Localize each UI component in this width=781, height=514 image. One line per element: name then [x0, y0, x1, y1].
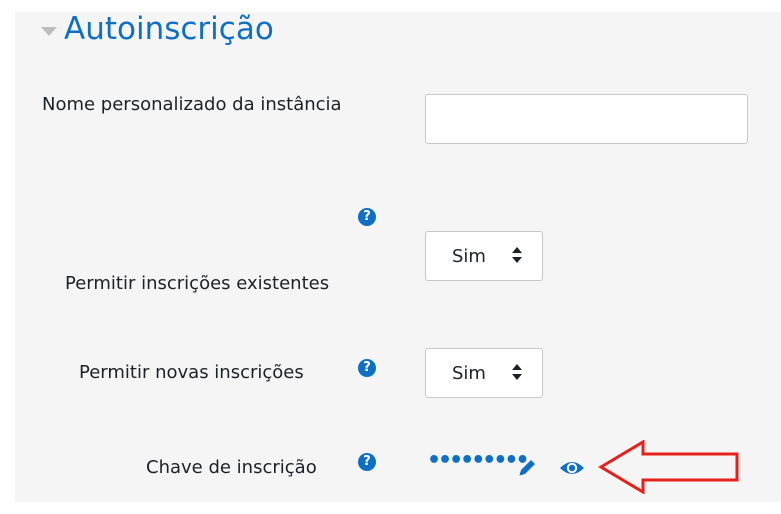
select-arrows-icon [512, 363, 522, 383]
new-enrolments-select[interactable]: Sim [425, 348, 543, 398]
existing-enrolments-select[interactable]: Sim [425, 231, 543, 281]
eye-icon[interactable] [559, 458, 585, 478]
select-arrows-icon [512, 246, 522, 266]
form-section-panel [15, 12, 781, 502]
collapse-toggle-icon[interactable] [41, 27, 57, 36]
custom-name-label: Nome personalizado da instância [42, 94, 342, 115]
enrolment-key-label: Chave de inscrição [146, 457, 317, 478]
existing-enrolments-label: Permitir inscrições existentes [65, 273, 330, 294]
existing-enrolments-help-icon[interactable]: ? [358, 208, 376, 226]
existing-enrolments-value: Sim [452, 246, 486, 267]
enrolment-key-masked-value[interactable]: ••••••••• [427, 448, 530, 474]
new-enrolments-value: Sim [452, 363, 486, 384]
enrolment-key-help-icon[interactable]: ? [358, 453, 376, 471]
section-title[interactable]: Autoinscrição [64, 9, 274, 49]
custom-name-input[interactable] [425, 94, 748, 144]
new-enrolments-help-icon[interactable]: ? [358, 359, 376, 377]
red-arrow-icon [598, 440, 739, 494]
pencil-icon[interactable] [516, 457, 538, 479]
new-enrolments-label: Permitir novas inscrições [79, 362, 304, 383]
